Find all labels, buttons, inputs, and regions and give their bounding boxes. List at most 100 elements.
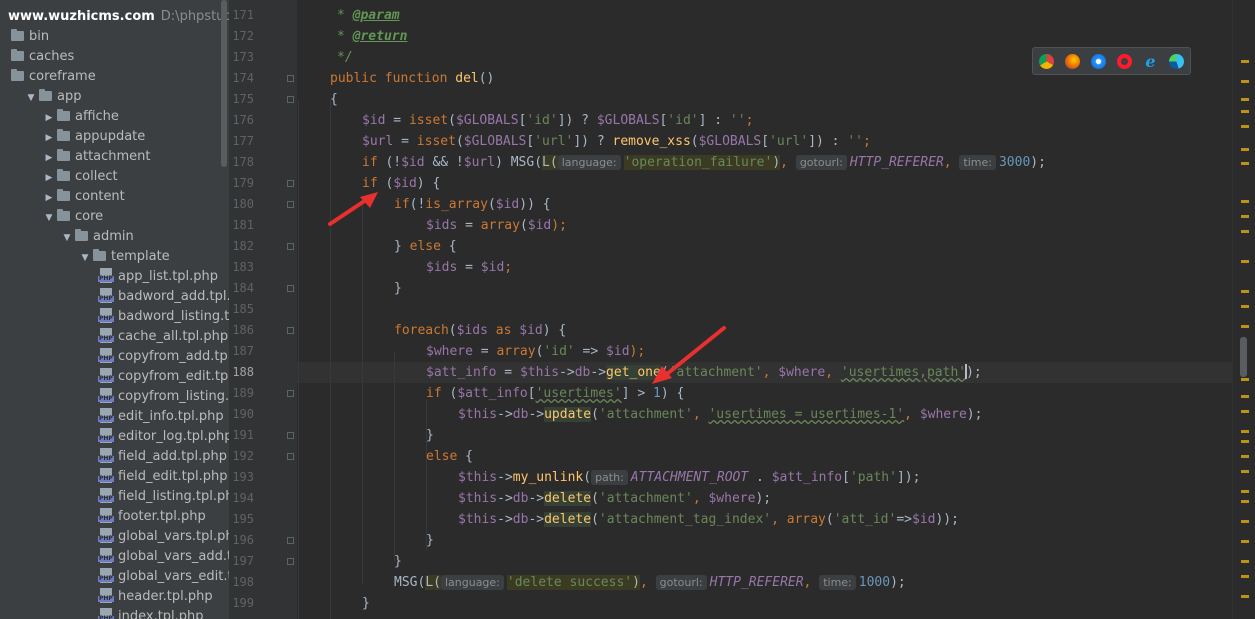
fold-marker-icon[interactable] (287, 390, 294, 397)
firefox-icon[interactable] (1065, 54, 1080, 69)
code-line-171: * @param (337, 8, 400, 23)
warning-marker[interactable] (1241, 230, 1249, 233)
error-stripe[interactable] (1232, 0, 1255, 619)
warning-marker[interactable] (1241, 378, 1249, 381)
warning-marker[interactable] (1241, 110, 1249, 113)
tree-folder[interactable]: ▼ app (5, 87, 229, 107)
warning-marker[interactable] (1241, 290, 1249, 293)
tree-folder[interactable]: coreframe (5, 67, 229, 87)
fold-marker-icon[interactable] (287, 537, 294, 544)
tree-folder[interactable]: bin (5, 27, 229, 47)
fold-marker-icon[interactable] (287, 285, 294, 292)
tree-folder[interactable]: ▼ core (5, 207, 229, 227)
tree-file[interactable]: header.tpl.php (5, 587, 229, 607)
chevron-down-icon[interactable]: ▼ (79, 248, 91, 267)
folder-icon (57, 109, 70, 121)
safari-icon[interactable] (1091, 54, 1106, 69)
tree-file[interactable]: cache_all.tpl.php (5, 327, 229, 347)
opera-icon[interactable] (1117, 54, 1132, 69)
tree-file[interactable]: field_add.tpl.php (5, 447, 229, 467)
warning-marker[interactable] (1241, 410, 1249, 413)
warning-marker[interactable] (1241, 200, 1249, 203)
warning-marker[interactable] (1241, 455, 1249, 458)
editor-scrollbar[interactable] (1240, 337, 1247, 377)
warning-marker[interactable] (1241, 575, 1249, 578)
tree-file[interactable]: edit_info.tpl.php (5, 407, 229, 427)
fold-marker-icon[interactable] (287, 180, 294, 187)
chevron-right-icon[interactable]: ▶ (43, 148, 55, 167)
warning-marker[interactable] (1241, 440, 1249, 443)
tree-file[interactable]: app_list.tpl.php (5, 267, 229, 287)
tree-folder[interactable]: ▼ admin (5, 227, 229, 247)
warning-marker[interactable] (1241, 148, 1249, 151)
chrome-icon[interactable] (1039, 54, 1054, 69)
warning-marker[interactable] (1241, 60, 1249, 63)
fold-marker-icon[interactable] (287, 75, 294, 82)
warning-marker[interactable] (1241, 162, 1249, 165)
tree-file[interactable]: field_edit.tpl.php (5, 467, 229, 487)
warning-marker[interactable] (1241, 500, 1249, 503)
fold-marker-icon[interactable] (287, 558, 294, 565)
tree-file[interactable]: badword_listing.tpl.php (5, 307, 229, 327)
code-line-181: $ids = array($id); (426, 218, 567, 233)
warning-marker[interactable] (1241, 595, 1249, 598)
fold-marker-icon[interactable] (287, 453, 294, 460)
tree-file[interactable]: global_vars.tpl.php (5, 527, 229, 547)
line-number-gutter: 171 172 173 174 175 176 177 178 179 180 181 182 183 1… (229, 0, 297, 619)
ie-icon[interactable]: e (1143, 54, 1158, 70)
project-name[interactable]: www.wuzhicms.com (5, 9, 155, 24)
warning-marker[interactable] (1241, 325, 1249, 328)
tree-file[interactable]: copyfrom_add.tpl.php (5, 347, 229, 367)
warning-marker[interactable] (1241, 490, 1249, 493)
warning-marker[interactable] (1241, 470, 1249, 473)
tree-folder[interactable]: ▼ template (5, 247, 229, 267)
fold-marker-icon[interactable] (287, 432, 294, 439)
fold-marker-icon[interactable] (287, 327, 294, 334)
chevron-right-icon[interactable]: ▶ (43, 128, 55, 147)
chevron-down-icon[interactable]: ▼ (61, 228, 73, 247)
warning-marker[interactable] (1241, 215, 1249, 218)
warning-marker[interactable] (1241, 560, 1249, 563)
tree-file[interactable]: footer.tpl.php (5, 507, 229, 527)
warning-marker[interactable] (1241, 260, 1249, 263)
warning-marker[interactable] (1241, 305, 1249, 308)
tree-file[interactable]: copyfrom_listing.tpl.php (5, 387, 229, 407)
warning-marker[interactable] (1241, 430, 1249, 433)
warning-marker[interactable] (1241, 98, 1249, 101)
chevron-right-icon[interactable]: ▶ (43, 188, 55, 207)
code-line-177: $url = isset($GLOBALS['url']) ? remove_x… (362, 134, 871, 149)
warning-marker[interactable] (1241, 80, 1249, 83)
tree-folder[interactable]: ▶ attachment (5, 147, 229, 167)
fold-marker-icon[interactable] (287, 243, 294, 250)
edge-icon[interactable] (1169, 54, 1184, 69)
tree-file[interactable]: global_vars_add.tpl.php (5, 547, 229, 567)
tree-file[interactable]: global_vars_edit.tpl.php (5, 567, 229, 587)
warning-marker[interactable] (1241, 520, 1249, 523)
php-file-icon (98, 328, 114, 343)
tree-file[interactable]: badword_add.tpl.php (5, 287, 229, 307)
chevron-right-icon[interactable]: ▶ (43, 108, 55, 127)
tree-item-label: field_edit.tpl.php (118, 469, 228, 484)
project-scrollbar[interactable] (221, 0, 227, 167)
tree-file[interactable]: editor_log.tpl.php (5, 427, 229, 447)
line-number: 186 (232, 323, 254, 337)
tree-folder[interactable]: ▶ appupdate (5, 127, 229, 147)
warning-marker[interactable] (1241, 395, 1249, 398)
code-editor[interactable]: * @param * @return */ public function de… (297, 0, 1232, 619)
tree-file[interactable]: copyfrom_edit.tpl.php (5, 367, 229, 387)
fold-marker-icon[interactable] (287, 96, 294, 103)
tree-folder[interactable]: ▶ content (5, 187, 229, 207)
tree-file[interactable]: index.tpl.php (5, 607, 229, 619)
tree-file[interactable]: field_listing.tpl.php (5, 487, 229, 507)
chevron-right-icon[interactable]: ▶ (43, 168, 55, 187)
tree-folder[interactable]: ▶ affiche (5, 107, 229, 127)
tree-folder[interactable]: caches (5, 47, 229, 67)
php-file-icon (98, 548, 114, 563)
tree-folder[interactable]: ▶ collect (5, 167, 229, 187)
fold-marker-icon[interactable] (287, 201, 294, 208)
warning-marker[interactable] (1241, 125, 1249, 128)
chevron-down-icon[interactable]: ▼ (25, 88, 37, 107)
chevron-down-icon[interactable]: ▼ (43, 208, 55, 227)
code-line-191: } (426, 428, 434, 443)
warning-marker[interactable] (1241, 540, 1249, 543)
